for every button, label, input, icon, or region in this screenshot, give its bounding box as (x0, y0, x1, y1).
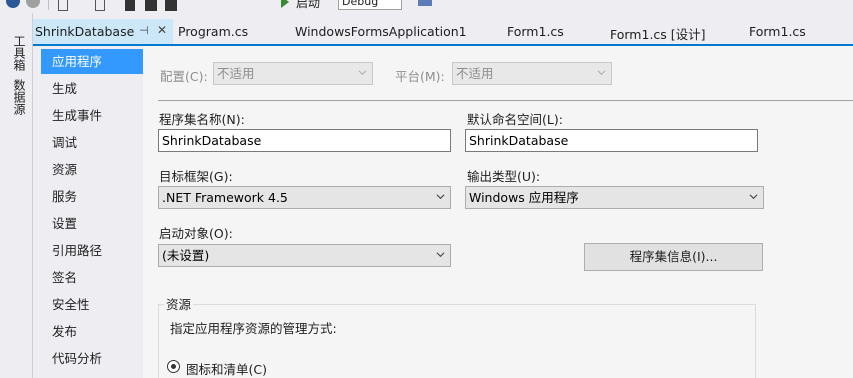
default-namespace-input[interactable]: ShrinkDatabase (465, 129, 758, 152)
output-type-dropdown[interactable]: Windows 应用程序 (465, 186, 764, 209)
toolbox-tab[interactable]: 工具箱 (7, 35, 26, 71)
nav-item-security[interactable]: 安全性 (41, 292, 141, 317)
nav-item-resources[interactable]: 资源 (41, 157, 141, 182)
nav-item-code-analysis[interactable]: 代码分析 (41, 346, 141, 371)
tab-shrinkdatabase[interactable]: ShrinkDatabase ⊣ ✕ (33, 19, 173, 47)
target-framework-label: 目标框架(G): (159, 169, 233, 184)
target-framework-dropdown[interactable]: .NET Framework 4.5 (158, 186, 451, 209)
property-nav: 应用程序 生成 生成事件 调试 资源 服务 设置 引用路径 签名 安全性 发布 … (33, 46, 143, 378)
chevron-down-icon (749, 194, 758, 200)
chevron-down-icon (436, 252, 445, 258)
datasource-tab[interactable]: 数据源 (7, 79, 26, 115)
resources-description: 指定应用程序资源的管理方式: (170, 321, 337, 336)
platform-label: 平台(M): (395, 69, 445, 84)
startup-object-dropdown[interactable]: (未设置) (158, 244, 451, 267)
open-icon[interactable] (125, 0, 135, 11)
nav-item-publish[interactable]: 发布 (41, 319, 141, 344)
platform-dropdown[interactable]: 不适用 (452, 62, 612, 85)
nav-item-build[interactable]: 生成 (41, 76, 141, 101)
startup-object-label: 启动对象(O): (159, 226, 233, 241)
nav-item-settings[interactable]: 设置 (41, 211, 141, 236)
tab-form1-cs-2[interactable]: Form1.cs (749, 24, 806, 39)
save-icon[interactable] (145, 0, 157, 11)
config-dropdown[interactable]: Debug (338, 0, 402, 10)
nav-item-signing[interactable]: 签名 (41, 265, 141, 290)
nav-item-application[interactable]: 应用程序 (41, 49, 143, 74)
assembly-name-input[interactable]: ShrinkDatabase (158, 129, 451, 152)
undo-icon[interactable]: ↶ (200, 0, 210, 9)
start-button[interactable]: 启动 (296, 0, 320, 12)
tab-program-cs[interactable]: Program.cs (178, 24, 248, 39)
tab-windowsformsapplication1[interactable]: WindowsFormsApplication1 (295, 24, 467, 39)
redo-icon[interactable]: ↷ (235, 0, 245, 9)
resources-group-title: 资源 (164, 294, 194, 313)
start-icon[interactable] (281, 0, 289, 8)
tab-label: ShrinkDatabase (35, 24, 135, 39)
new-item-icon[interactable] (58, 0, 68, 11)
tool-window-strip: 工具箱 数据源 (0, 13, 33, 378)
save-all-icon[interactable] (165, 0, 177, 11)
toolbar-separator (48, 0, 49, 10)
toolbar: ↶ ↷ 启动 Debug (0, 0, 853, 13)
close-icon[interactable]: ✕ (157, 23, 167, 37)
default-namespace-label: 默认命名空间(L): (467, 112, 563, 127)
pin-icon[interactable]: ⊣ (139, 24, 149, 37)
assembly-info-button[interactable]: 程序集信息(I)... (584, 243, 763, 271)
nav-item-debug[interactable]: 调试 (41, 130, 141, 155)
back-icon[interactable] (6, 0, 20, 8)
new-project-icon[interactable] (95, 0, 105, 11)
document-tabs: ShrinkDatabase ⊣ ✕ Program.cs WindowsFor… (33, 13, 853, 47)
config-dropdown[interactable]: 不适用 (213, 62, 373, 85)
chevron-down-icon (597, 70, 606, 76)
nav-item-build-events[interactable]: 生成事件 (41, 103, 141, 128)
chevron-down-icon (358, 70, 367, 76)
output-type-label: 输出类型(U): (467, 169, 541, 184)
assembly-name-label: 程序集名称(N): (159, 112, 245, 127)
config-label: 配置(C): (160, 69, 208, 84)
icon-manifest-radio[interactable] (167, 360, 180, 373)
forward-icon[interactable] (26, 0, 40, 8)
divider (158, 100, 853, 101)
application-page: 配置(C): 不适用 平台(M): 不适用 程序集名称(N): ShrinkDa… (143, 46, 853, 378)
nav-item-reference-paths[interactable]: 引用路径 (41, 238, 141, 263)
nav-item-services[interactable]: 服务 (41, 184, 141, 209)
find-icon[interactable] (418, 0, 432, 6)
chevron-down-icon (436, 194, 445, 200)
tab-form1-cs[interactable]: Form1.cs (507, 24, 564, 39)
icon-manifest-label[interactable]: 图标和清单(C) (186, 359, 267, 378)
tab-form1-design[interactable]: Form1.cs [设计] (610, 24, 706, 43)
